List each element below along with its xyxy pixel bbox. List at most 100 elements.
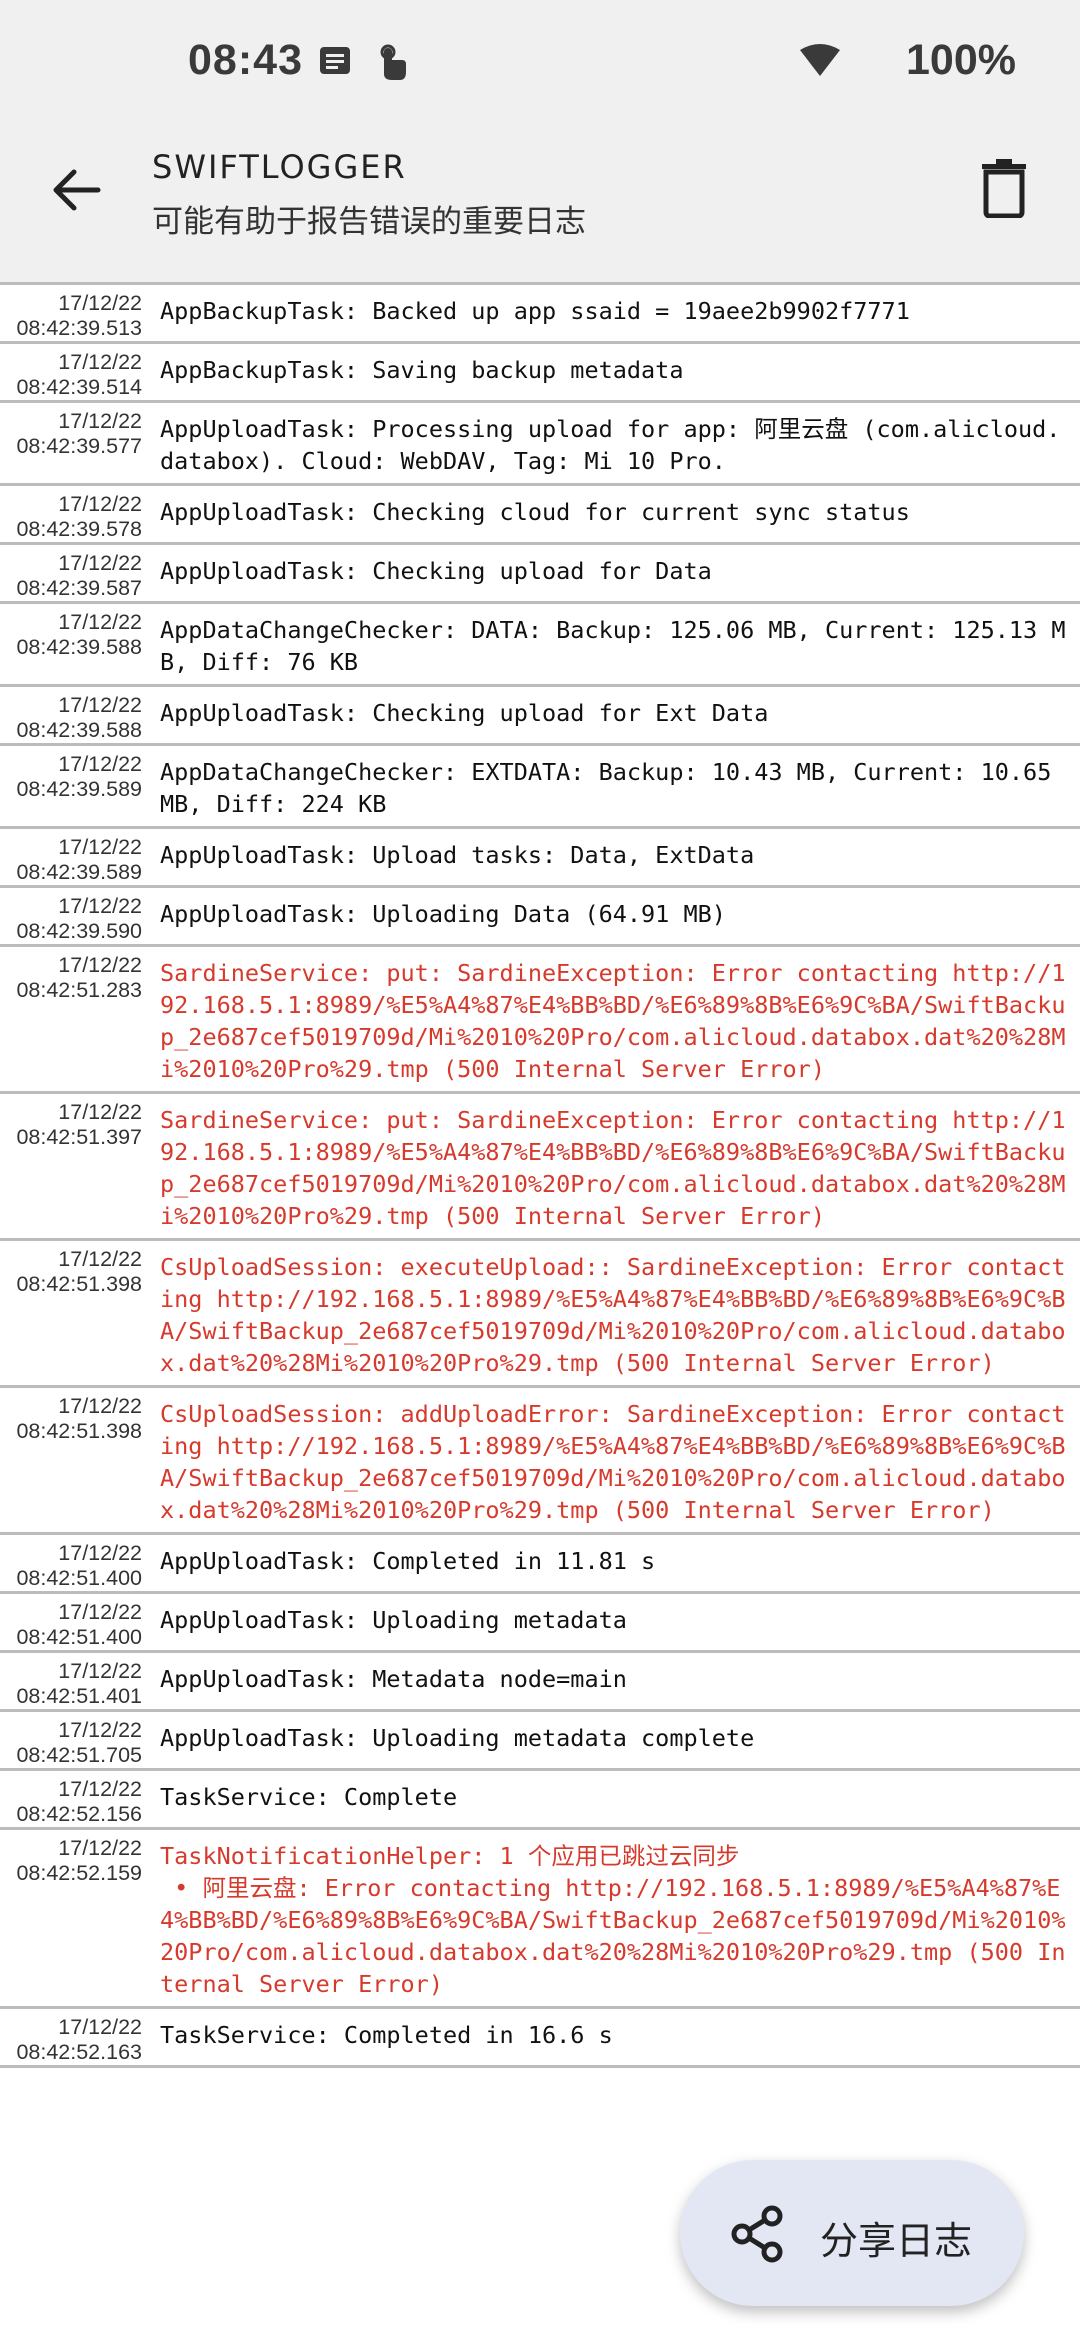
log-timestamp: 17/12/22 08:42:51.705 [0, 1712, 146, 1768]
log-entry: 17/12/22 08:42:51.398 CsUploadSession: add… [0, 1388, 1080, 1535]
status-time: 08:43 [188, 36, 303, 84]
log-time: 08:42:39.587 [16, 576, 142, 600]
log-date: 17/12/22 [58, 693, 142, 717]
log-time: 08:42:39.514 [16, 375, 142, 399]
log-date: 17/12/22 [58, 752, 142, 776]
log-timestamp: 17/12/22 08:42:39.513 [0, 285, 146, 341]
log-timestamp: 17/12/22 08:42:39.587 [0, 545, 146, 601]
log-date: 17/12/22 [58, 551, 142, 575]
log-message: AppUploadTask: Completed in 11.81 s [160, 1547, 656, 1575]
log-date: 17/12/22 [58, 1600, 142, 1624]
log-message: AppUploadTask: Checking cloud for curren… [160, 498, 910, 526]
log-time: 08:42:51.283 [16, 978, 142, 1002]
log-list[interactable]: 17/12/22 08:42:39.513 AppBackupTask: Backe… [0, 282, 1080, 2068]
log-error-message: SardineService: put: SardineException: E… [160, 959, 1066, 1083]
log-entry: 17/12/22 08:42:39.588 AppUploadTask: Check… [0, 687, 1080, 746]
log-entry: 17/12/22 08:42:39.514 AppBackupTask: Savin… [0, 344, 1080, 403]
log-time: 08:42:39.578 [16, 517, 142, 541]
log-entry: 17/12/22 08:42:51.705 AppUploadTask: Uploa… [0, 1712, 1080, 1771]
log-time: 08:42:52.159 [16, 1861, 142, 1885]
log-timestamp: 17/12/22 08:42:51.283 [0, 947, 146, 1003]
log-timestamp: 17/12/22 08:42:51.400 [0, 1594, 146, 1650]
log-entry: 17/12/22 08:42:39.590 AppUploadTask: Uploa… [0, 888, 1080, 947]
log-entry: 17/12/22 08:42:51.397 SardineService: put:… [0, 1094, 1080, 1241]
page-subtitle: 可能有助于报告错误的重要日志 [152, 204, 586, 240]
share-log-button[interactable]: 分享日志 [680, 2160, 1024, 2306]
log-time: 08:42:39.589 [16, 777, 142, 801]
log-timestamp: 17/12/22 08:42:39.590 [0, 888, 146, 944]
message-notification-icon [320, 47, 350, 74]
log-entry: 17/12/22 08:42:39.578 AppUploadTask: Check… [0, 486, 1080, 545]
log-time: 08:42:51.705 [16, 1743, 142, 1767]
log-date: 17/12/22 [58, 894, 142, 918]
log-timestamp: 17/12/22 08:42:39.577 [0, 403, 146, 459]
log-date: 17/12/22 [58, 409, 142, 433]
log-timestamp: 17/12/22 08:42:51.397 [0, 1094, 146, 1150]
log-date: 17/12/22 [58, 2015, 142, 2039]
log-entry: 17/12/22 08:42:51.401 AppUploadTask: Metad… [0, 1653, 1080, 1712]
log-timestamp: 17/12/22 08:42:39.588 [0, 687, 146, 743]
wifi-icon [800, 44, 840, 76]
log-timestamp: 17/12/22 08:42:51.398 [0, 1388, 146, 1444]
log-entry: 17/12/22 08:42:39.589 AppUploadTask: Uploa… [0, 829, 1080, 888]
log-message: AppUploadTask: Processing upload for app… [160, 415, 1061, 475]
log-time: 08:42:39.589 [16, 860, 142, 884]
log-date: 17/12/22 [58, 953, 142, 977]
log-entry: 17/12/22 08:42:52.159 TaskNotificationHelp… [0, 1830, 1080, 2009]
log-date: 17/12/22 [58, 1100, 142, 1124]
log-entry: 17/12/22 08:42:51.283 SardineService: put:… [0, 947, 1080, 1094]
log-error-message: CsUploadSession: executeUpload:: Sardine… [160, 1253, 1066, 1377]
top-bar: 08:43 100% SWIFTLOGGER 可能有助于报告错误的重要日志 [0, 0, 1080, 282]
trash-icon[interactable] [976, 158, 1032, 218]
log-date: 17/12/22 [58, 1394, 142, 1418]
log-message: TaskService: Complete [160, 1783, 458, 1811]
log-date: 17/12/22 [58, 1659, 142, 1683]
status-bar: 08:43 100% [0, 0, 1080, 126]
log-time: 08:42:39.513 [16, 316, 142, 340]
log-entry: 17/12/22 08:42:52.156 TaskService: Complet… [0, 1771, 1080, 1830]
log-message: AppUploadTask: Uploading metadata comple… [160, 1724, 755, 1752]
log-time: 08:42:51.397 [16, 1125, 142, 1149]
log-message: AppDataChangeChecker: EXTDATA: Backup: 1… [160, 758, 1066, 818]
log-date: 17/12/22 [58, 291, 142, 315]
log-message: AppUploadTask: Metadata node=main [160, 1665, 627, 1693]
battery-level: 100% [906, 36, 1016, 84]
log-timestamp: 17/12/22 08:42:39.588 [0, 604, 146, 660]
log-message: TaskService: Completed in 16.6 s [160, 2021, 613, 2049]
page-title: SWIFTLOGGER [152, 148, 407, 186]
log-date: 17/12/22 [58, 492, 142, 516]
log-time: 08:42:39.590 [16, 919, 142, 943]
log-date: 17/12/22 [58, 350, 142, 374]
share-log-label: 分享日志 [820, 2219, 973, 2263]
log-message: AppDataChangeChecker: DATA: Backup: 125.… [160, 616, 1066, 676]
log-date: 17/12/22 [58, 1718, 142, 1742]
log-message: AppUploadTask: Uploading Data (64.91 MB) [160, 900, 726, 928]
log-time: 08:42:51.398 [16, 1419, 142, 1443]
log-message: AppUploadTask: Checking upload for Data [160, 557, 712, 585]
log-timestamp: 17/12/22 08:42:39.589 [0, 746, 146, 802]
log-entry: 17/12/22 08:42:39.513 AppBackupTask: Backe… [0, 282, 1080, 344]
log-entry: 17/12/22 08:42:51.398 CsUploadSession: exe… [0, 1241, 1080, 1388]
log-timestamp: 17/12/22 08:42:51.398 [0, 1241, 146, 1297]
log-entry: 17/12/22 08:42:51.400 AppUploadTask: Uploa… [0, 1594, 1080, 1653]
log-time: 08:42:52.156 [16, 1802, 142, 1826]
log-timestamp: 17/12/22 08:42:51.401 [0, 1653, 146, 1709]
log-date: 17/12/22 [58, 1541, 142, 1565]
log-time: 08:42:51.398 [16, 1272, 142, 1296]
log-time: 08:42:39.588 [16, 718, 142, 742]
arrow-left-icon[interactable] [46, 160, 106, 220]
log-error-message: CsUploadSession: addUploadError: Sardine… [160, 1400, 1066, 1524]
log-time: 08:42:51.400 [16, 1625, 142, 1649]
touch-gesture-icon [380, 44, 406, 80]
log-time: 08:42:39.577 [16, 434, 142, 458]
log-date: 17/12/22 [58, 1247, 142, 1271]
log-time: 08:42:39.588 [16, 635, 142, 659]
share-icon [731, 2205, 783, 2263]
log-entry: 17/12/22 08:42:51.400 AppUploadTask: Compl… [0, 1535, 1080, 1594]
log-message: AppUploadTask: Upload tasks: Data, ExtDa… [160, 841, 755, 869]
log-error-message: TaskNotificationHelper: 1 个应用已跳过云同步 • 阿里… [160, 1842, 1066, 1998]
log-error-message: SardineService: put: SardineException: E… [160, 1106, 1066, 1230]
log-timestamp: 17/12/22 08:42:52.156 [0, 1771, 146, 1827]
log-date: 17/12/22 [58, 1777, 142, 1801]
log-date: 17/12/22 [58, 835, 142, 859]
